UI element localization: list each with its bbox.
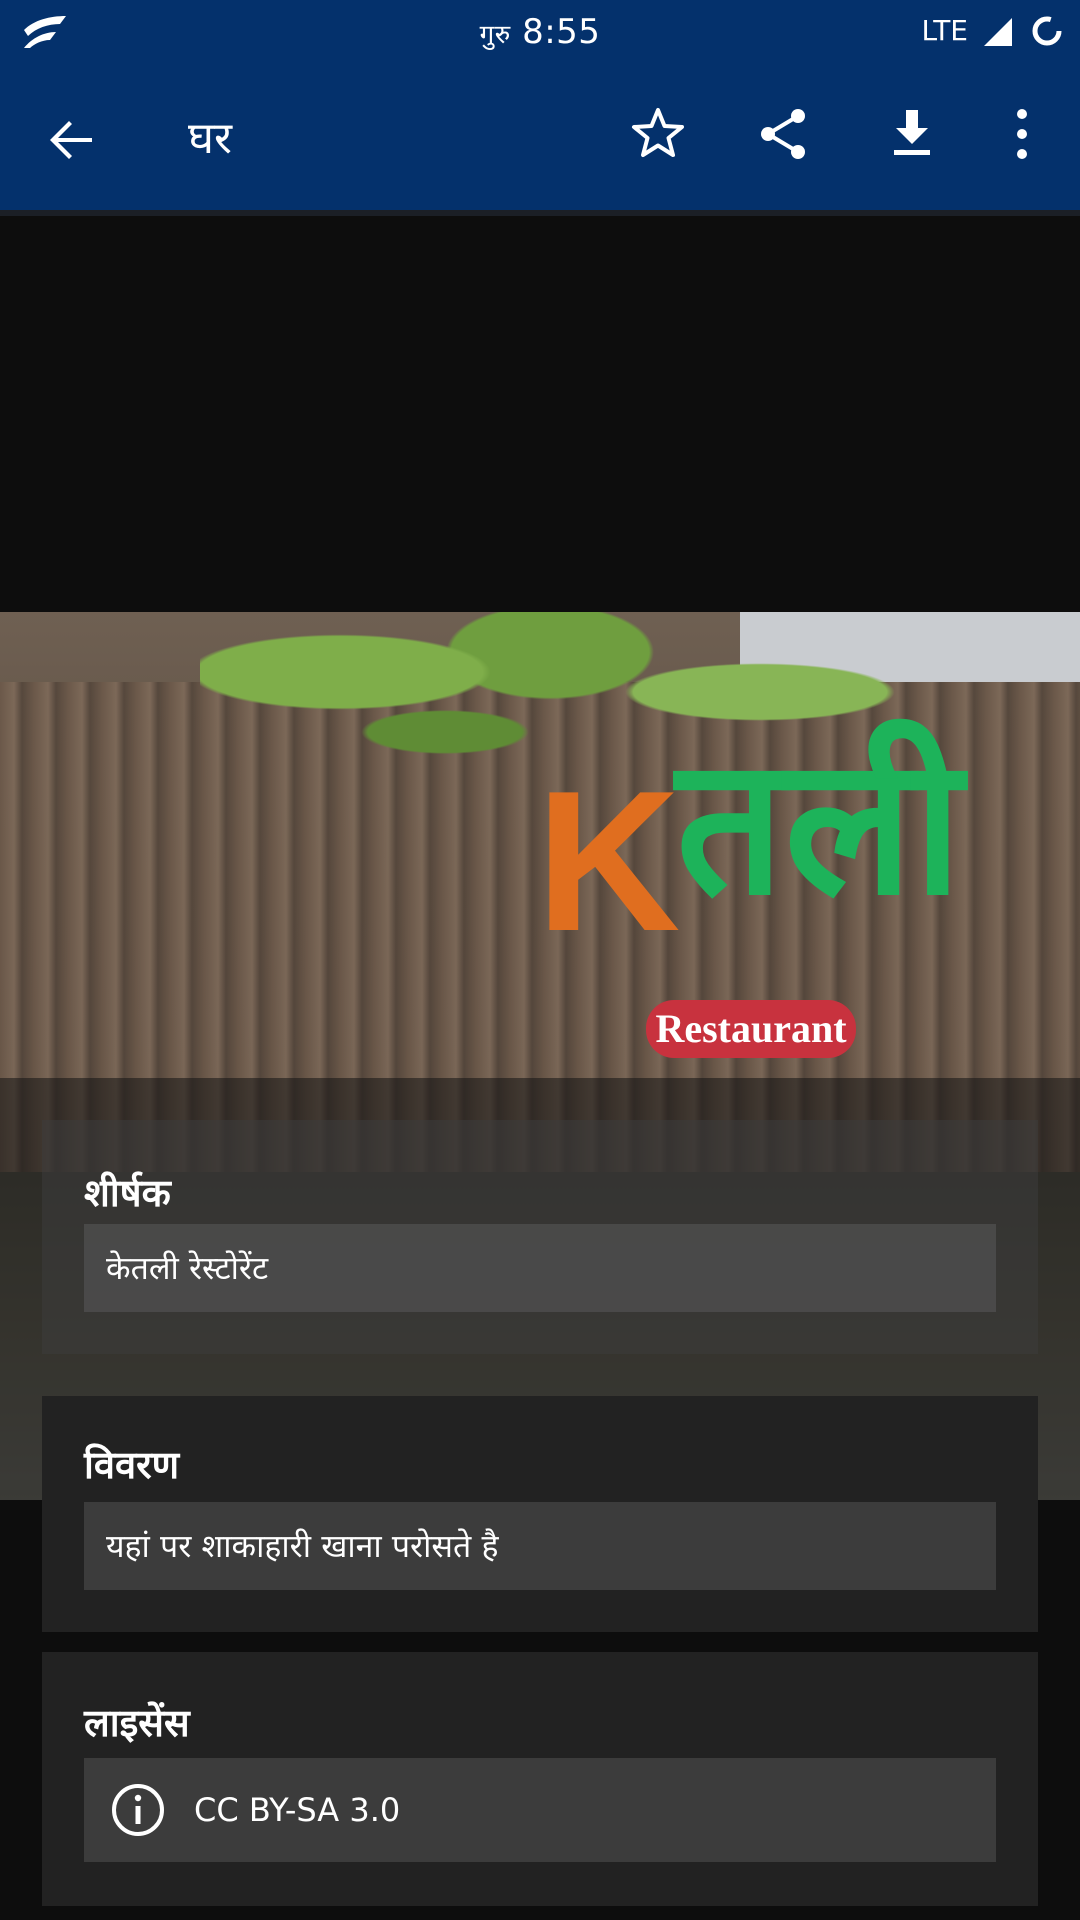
status-clock: गुरु 8:55 — [0, 12, 1080, 52]
license-field[interactable]: CC BY-SA 3.0 — [84, 1758, 996, 1862]
description-card: विवरण यहां पर शाकाहारी खाना परोसते है — [42, 1396, 1038, 1632]
sign-letter-k: K — [536, 750, 681, 973]
license-value: CC BY-SA 3.0 — [194, 1791, 401, 1829]
sign-badge: Restaurant — [646, 1000, 856, 1058]
caption-card: शीर्षक केतली रेस्टोरेंट — [42, 1120, 1038, 1354]
caption-label: शीर्षक — [84, 1171, 171, 1215]
app-bar-shadow — [0, 210, 1080, 216]
back-icon[interactable] — [40, 108, 104, 172]
screen: गुरु 8:55 LTE घर K तली Restaurant शीर्षक… — [0, 0, 1080, 1920]
star-icon[interactable] — [628, 104, 688, 164]
page-title: घर — [188, 113, 232, 164]
description-value: यहां पर शाकाहारी खाना परोसते है — [84, 1502, 996, 1590]
status-day: गुरु — [479, 20, 511, 50]
license-card: लाइसेंस CC BY-SA 3.0 — [42, 1652, 1038, 1906]
download-icon[interactable] — [882, 104, 942, 164]
more-vert-icon[interactable] — [1000, 104, 1060, 164]
sync-icon — [1032, 16, 1062, 46]
media-image[interactable]: K तली Restaurant — [0, 612, 1080, 1500]
caption-value: केतली रेस्टोरेंट — [84, 1224, 996, 1312]
app-bar: घर — [0, 64, 1080, 210]
share-icon[interactable] — [754, 104, 814, 164]
signal-icon — [984, 18, 1012, 46]
status-bar: गुरु 8:55 LTE — [0, 0, 1080, 64]
info-icon — [112, 1784, 164, 1836]
description-label: विवरण — [84, 1443, 180, 1487]
sign-word: तली — [676, 716, 963, 937]
license-label: लाइसेंस — [84, 1701, 190, 1745]
status-time: 8:55 — [522, 12, 601, 52]
network-type: LTE — [921, 14, 968, 47]
